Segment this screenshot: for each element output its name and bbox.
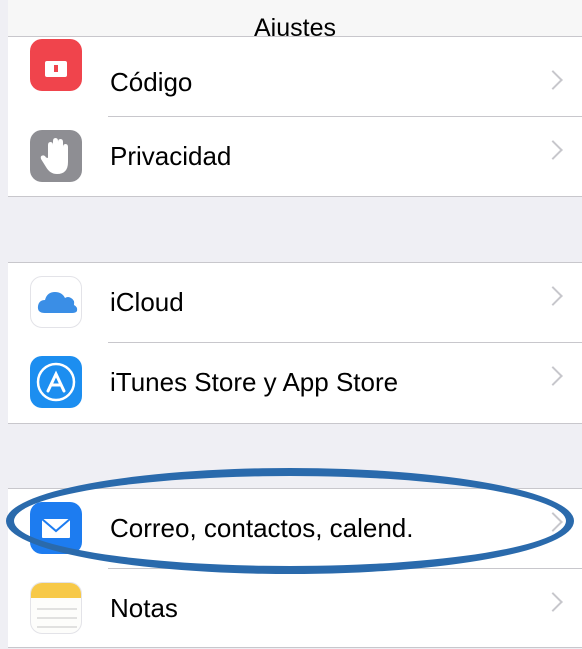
icloud-icon: [30, 276, 82, 328]
passcode-icon: [30, 39, 82, 91]
settings-row-label: Privacidad: [110, 141, 232, 171]
settings-row-label: Notas: [110, 593, 178, 623]
settings-group-accounts: iCloud iTunes Store y App Store: [8, 262, 582, 424]
settings-row-label: iTunes Store y App Store: [110, 367, 399, 397]
notes-icon: [30, 582, 82, 634]
mail-icon: [30, 502, 82, 554]
settings-group-apps: Correo, contactos, calend. Notas: [8, 488, 582, 648]
chevron-right-icon: [543, 366, 563, 386]
chevron-right-icon: [543, 140, 563, 160]
settings-row-passcode[interactable]: Código: [8, 37, 582, 117]
settings-group-security: Código Privacidad: [8, 36, 582, 197]
settings-row-label: iCloud: [110, 287, 184, 317]
app-store-icon: [30, 356, 82, 408]
privacy-hand-icon: [30, 130, 82, 182]
settings-row-icloud[interactable]: iCloud: [8, 263, 582, 343]
chevron-right-icon: [543, 592, 563, 612]
chevron-right-icon: [543, 512, 563, 532]
settings-row-privacy[interactable]: Privacidad: [8, 117, 582, 197]
settings-row-mail-contacts-calendars[interactable]: Correo, contactos, calend.: [8, 489, 582, 569]
settings-row-label: Correo, contactos, calend.: [110, 513, 414, 543]
chevron-right-icon: [543, 70, 563, 90]
settings-row-label: Código: [110, 67, 193, 97]
settings-row-notes[interactable]: Notas: [8, 569, 582, 649]
settings-row-itunes-app-store[interactable]: iTunes Store y App Store: [8, 343, 582, 423]
chevron-right-icon: [543, 286, 563, 306]
